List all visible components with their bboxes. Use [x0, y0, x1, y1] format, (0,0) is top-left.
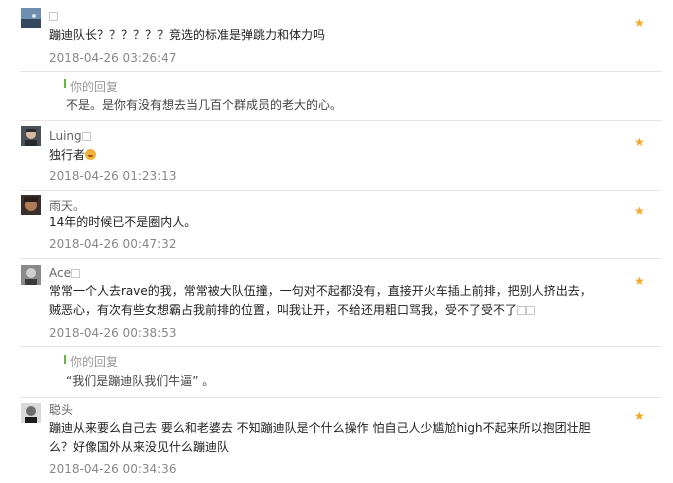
avatar[interactable]	[21, 126, 41, 146]
author-name[interactable]: 雨天。	[49, 199, 85, 213]
comment-body-text: 常常一个人去rave的我，常常被大队伍撞，一句对不起都没有，直接开火车插上前排，…	[49, 284, 592, 317]
star-icon[interactable]: ★	[634, 17, 645, 29]
comment-time: 2018-04-26 03:26:47	[49, 51, 177, 65]
reply-label: 你的回复	[70, 80, 119, 94]
star-icon[interactable]: ★	[634, 136, 645, 148]
avatar[interactable]	[21, 195, 41, 215]
comment-time: 2018-04-26 00:38:53	[49, 326, 177, 340]
reply-text: “我们是蹦迪队我们牛逼” 。	[66, 374, 215, 388]
unknown-glyph-icon	[517, 306, 527, 315]
comment-time: 2018-04-26 00:34:36	[49, 462, 177, 476]
comment-item: 雨天。 14年的时候已不是圈内人。 2018-04-26 00:47:32 ★	[0, 191, 661, 258]
star-icon[interactable]: ★	[634, 410, 645, 422]
comment-body: 蹦迪从来要么自己去 要么和老婆去 不知蹦迪队是个什么操作 怕自己人少尴尬high…	[49, 421, 591, 454]
author-name[interactable]: 聪头	[49, 403, 73, 417]
comment-body-text: 独行者	[49, 148, 86, 162]
comment-item: 蹦迪队长？？？？？？竞选的标准是弹跳力和体力吗 2018-04-26 03:26…	[0, 0, 661, 72]
author-name[interactable]: Luing	[49, 129, 91, 143]
author-name-text: Luing	[49, 129, 82, 143]
comment-body: 独行者	[49, 146, 594, 165]
author-name[interactable]: Ace	[49, 266, 80, 280]
reply-text: 不是。是你有没有想去当几百个群成员的老大的心。	[66, 98, 343, 112]
comment-body: 常常一个人去rave的我，常常被大队伍撞，一句对不起都没有，直接开火车插上前排，…	[49, 282, 594, 320]
author-name-text: Ace	[49, 266, 71, 280]
comment-body: 14年的时候已不是圈内人。	[49, 215, 197, 229]
comment-time: 2018-04-26 00:47:32	[49, 237, 177, 251]
unknown-glyph-icon	[49, 12, 58, 21]
star-icon[interactable]: ★	[634, 205, 645, 217]
author-name[interactable]	[49, 9, 58, 23]
reply-block: 你的回复 不是。是你有没有想去当几百个群成员的老大的心。	[49, 71, 661, 120]
smile-emoji-icon	[85, 149, 97, 160]
reply-block: 你的回复 “我们是蹦迪队我们牛逼” 。	[49, 346, 661, 397]
comment-item: 聪头 蹦迪从来要么自己去 要么和老婆去 不知蹦迪队是个什么操作 怕自己人少尴尬h…	[0, 398, 661, 483]
unknown-glyph-icon	[81, 132, 91, 141]
comment-item: Ace 常常一个人去rave的我，常常被大队伍撞，一句对不起都没有，直接开火车插…	[0, 259, 661, 346]
unknown-glyph-icon	[70, 269, 80, 278]
unknown-glyph-icon	[526, 306, 536, 315]
avatar[interactable]	[21, 8, 41, 28]
reply-marker	[64, 79, 66, 88]
star-icon[interactable]: ★	[634, 275, 645, 287]
comment-time: 2018-04-26 01:23:13	[49, 169, 177, 183]
reply-label: 你的回复	[70, 355, 119, 369]
avatar[interactable]	[21, 265, 41, 285]
comment-body: 蹦迪队长？？？？？？竞选的标准是弹跳力和体力吗	[49, 28, 326, 42]
comment-item: Luing 独行者 2018-04-26 01:23:13 ★	[0, 121, 661, 191]
avatar[interactable]	[21, 403, 41, 423]
reply-marker	[64, 355, 66, 364]
